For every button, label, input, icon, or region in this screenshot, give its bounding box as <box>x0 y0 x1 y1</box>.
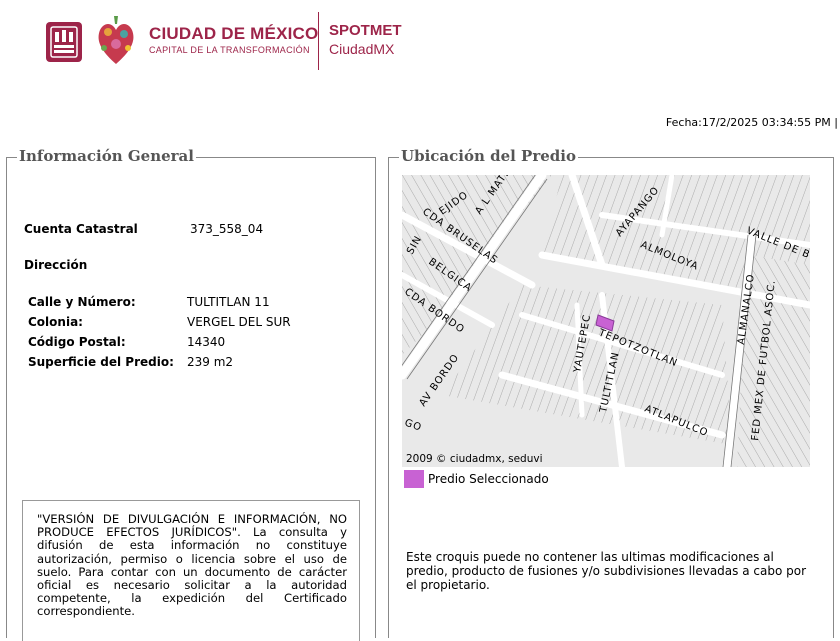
map-disclaimer: Este croquis puede no contener las ultim… <box>406 550 807 592</box>
cp-label: Código Postal: <box>28 335 126 349</box>
brand-subtitle: CAPITAL DE LA TRANSFORMACIÓN <box>149 45 310 55</box>
cdmx-seal-icon <box>46 22 82 62</box>
app-title: SPOTMET <box>329 22 402 39</box>
ubicacion-title: Ubicación del Predio <box>399 147 578 165</box>
heart-logo-icon <box>98 16 134 64</box>
colonia-value: VERGEL DEL SUR <box>187 315 291 329</box>
date-stamp: Fecha:17/2/2025 03:34:55 PM | <box>665 116 838 129</box>
location-map[interactable]: EJIDO A L MATEO CDA BRUSELAS SIN BELGICA… <box>402 175 810 467</box>
calle-value: TULTITLAN 11 <box>187 295 270 309</box>
selected-lot-swatch <box>404 470 424 488</box>
map-canvas: EJIDO A L MATEO CDA BRUSELAS SIN BELGICA… <box>402 175 810 467</box>
cuenta-value: 373_558_04 <box>190 222 264 236</box>
brand-title: CIUDAD DE MÉXICO <box>149 24 319 43</box>
superficie-value: 239 m2 <box>187 355 234 369</box>
legal-notice-text: "VERSIÓN DE DIVULGACIÓN E INFORMACIÓN, N… <box>37 512 347 619</box>
cuenta-label: Cuenta Catastral <box>24 222 138 236</box>
direccion-label: Dirección <box>24 258 88 272</box>
selected-lot-legend-label: Predio Seleccionado <box>428 472 549 486</box>
cp-value: 14340 <box>187 335 226 349</box>
brand-divider <box>318 12 319 70</box>
info-general-title: Información General <box>17 147 196 165</box>
map-credit: 2009 © ciudadmx, seduvi <box>406 453 543 465</box>
calle-label: Calle y Número: <box>28 295 136 309</box>
page-header: CIUDAD DE MÉXICO CAPITAL DE LA TRANSFORM… <box>0 0 840 80</box>
legal-notice-box: "VERSIÓN DE DIVULGACIÓN E INFORMACIÓN, N… <box>22 500 360 641</box>
colonia-label: Colonia: <box>28 315 83 329</box>
app-subtitle: CiudadMX <box>329 41 395 57</box>
superficie-label: Superficie del Predio: <box>28 355 174 369</box>
